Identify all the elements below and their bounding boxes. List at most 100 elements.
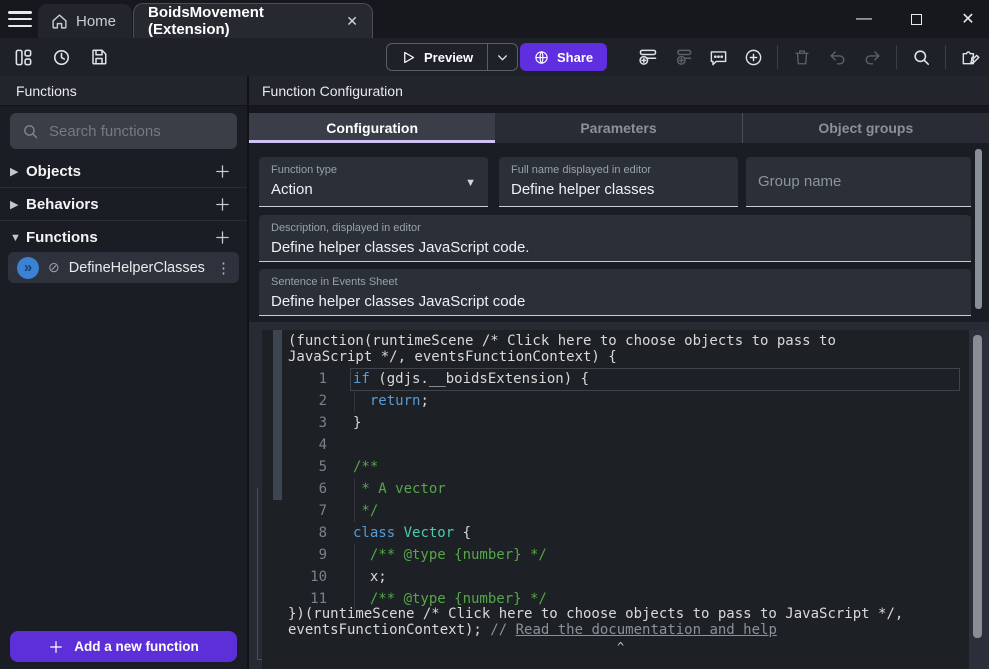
search-placeholder: Search functions	[49, 123, 161, 140]
line-code[interactable]: class Vector {	[353, 525, 471, 541]
group-name-field[interactable]: Group name	[746, 157, 971, 207]
code-header-line[interactable]: (function(runtimeScene /* Click here to …	[288, 333, 918, 365]
sidebar-panel-title: Functions	[0, 76, 247, 106]
code-line[interactable]: 2 return;	[262, 390, 952, 412]
code-line[interactable]: 8 class Vector {	[262, 522, 952, 544]
line-code[interactable]: */	[353, 503, 378, 519]
function-icon: »	[17, 257, 39, 279]
sidebar: Search functions ▶ Objects ▶ Behaviors ▼…	[0, 106, 247, 669]
window-minimize-button[interactable]: —	[853, 8, 875, 30]
tab-object-groups[interactable]: Object groups	[742, 113, 989, 143]
line-code[interactable]: /**	[353, 459, 378, 475]
tab-home[interactable]: Home	[38, 4, 132, 38]
preview-dropdown-button[interactable]	[487, 44, 517, 70]
add-new-function-button[interactable]: Add a new function	[10, 631, 237, 662]
tab-extension[interactable]: BoidsMovement (Extension) ✕	[133, 3, 373, 38]
expand-caret-icon[interactable]: ^	[617, 640, 624, 654]
window-close-button[interactable]: ✕	[957, 8, 979, 30]
add-comment-button[interactable]	[707, 46, 729, 68]
line-number: 3	[262, 415, 327, 431]
code-scrollbar-track	[969, 330, 989, 669]
code-lines: 1if (gdjs.__boidsExtension) {2 return;3}…	[262, 368, 952, 610]
javascript-code-event: (function(runtimeScene /* Click here to …	[262, 330, 989, 669]
function-item-definehelperclasses[interactable]: » ⊘ DefineHelperClasses ⋮	[8, 252, 239, 283]
tree-separator	[0, 187, 247, 188]
line-number: 6	[262, 481, 327, 497]
save-icon[interactable]	[88, 46, 110, 68]
line-code[interactable]: return;	[353, 393, 429, 409]
code-line[interactable]: 9 /** @type {number} */	[262, 544, 952, 566]
line-number: 8	[262, 525, 327, 541]
sidebar-section-objects[interactable]: ▶ Objects	[0, 156, 247, 187]
titlebar: Home BoidsMovement (Extension) ✕ — ✕	[0, 0, 989, 38]
add-subevent-button[interactable]	[672, 46, 694, 68]
code-scrollbar[interactable]	[973, 335, 982, 638]
sentence-field[interactable]: Sentence in Events Sheet Define helper c…	[259, 269, 971, 316]
documentation-link[interactable]: Read the documentation and help	[516, 622, 777, 638]
chevron-down-icon: ▼	[10, 232, 26, 244]
code-line[interactable]: 7 */	[262, 500, 952, 522]
line-number: 2	[262, 393, 327, 409]
add-object-button[interactable]	[211, 161, 233, 183]
form-scrollbar[interactable]	[975, 149, 982, 309]
full-name-field[interactable]: Full name displayed in editor Define hel…	[499, 157, 738, 207]
add-event-button[interactable]	[637, 46, 659, 68]
window-maximize-button[interactable]	[905, 8, 927, 30]
project-history-icon[interactable]	[50, 46, 72, 68]
code-line[interactable]: 3}	[262, 412, 952, 434]
toolbar-divider	[896, 45, 897, 69]
description-field[interactable]: Description, displayed in editor Define …	[259, 215, 971, 262]
line-number: 5	[262, 459, 327, 475]
preview-label: Preview	[424, 50, 473, 65]
events-sheet: (function(runtimeScene /* Click here to …	[249, 322, 989, 669]
menu-hamburger-icon[interactable]	[8, 9, 32, 29]
add-new-event-button[interactable]	[742, 46, 764, 68]
line-number: 4	[262, 437, 327, 453]
share-label: Share	[557, 50, 593, 65]
chevron-right-icon: ▶	[10, 198, 26, 211]
code-line[interactable]: 5 /**	[262, 456, 952, 478]
tab-extension-label: BoidsMovement (Extension)	[148, 4, 332, 38]
line-code[interactable]: /** @type {number} */	[353, 591, 547, 607]
private-function-icon: ⊘	[48, 259, 60, 276]
sidebar-section-functions[interactable]: ▼ Functions	[0, 222, 247, 253]
line-code[interactable]: /** @type {number} */	[353, 547, 547, 563]
preview-button[interactable]: Preview	[387, 44, 487, 70]
undo-button[interactable]	[826, 46, 848, 68]
globe-icon	[534, 50, 549, 65]
code-line[interactable]: 10 x;	[262, 566, 952, 588]
open-panels-button[interactable]	[12, 46, 34, 68]
share-button[interactable]: Share	[520, 43, 607, 71]
code-line[interactable]: 4	[262, 434, 952, 456]
line-code[interactable]: if (gdjs.__boidsExtension) {	[353, 371, 589, 387]
search-functions-input[interactable]: Search functions	[10, 113, 237, 149]
search-icon	[22, 123, 39, 140]
window-controls: — ✕	[853, 0, 979, 38]
code-line[interactable]: 6 * A vector	[262, 478, 952, 500]
home-icon	[50, 12, 68, 30]
tab-close-icon[interactable]: ✕	[346, 13, 358, 30]
add-behavior-button[interactable]	[211, 194, 233, 216]
code-footer-comment: //	[490, 622, 515, 638]
function-type-select[interactable]: Function type Action ▼	[259, 157, 488, 207]
item-menu-icon[interactable]: ⋮	[216, 259, 231, 277]
line-code[interactable]: * A vector	[353, 481, 446, 497]
line-code[interactable]: }	[353, 415, 361, 431]
configuration-tabs: Configuration Parameters Object groups	[249, 113, 989, 143]
code-line[interactable]: 1if (gdjs.__boidsExtension) {	[262, 368, 952, 390]
function-item-label: DefineHelperClasses	[69, 260, 207, 276]
delete-button[interactable]	[791, 46, 813, 68]
redo-button[interactable]	[861, 46, 883, 68]
add-function-button[interactable]	[211, 227, 233, 249]
toolbar: Preview Share	[0, 38, 989, 76]
line-number: 11	[262, 591, 327, 607]
edit-extension-button[interactable]	[959, 46, 981, 68]
tab-configuration[interactable]: Configuration	[249, 113, 495, 143]
tab-parameters[interactable]: Parameters	[495, 113, 741, 143]
search-button[interactable]	[910, 46, 932, 68]
tree-separator	[0, 220, 247, 221]
line-code[interactable]: x;	[353, 569, 387, 585]
line-number: 10	[262, 569, 327, 585]
sidebar-section-behaviors[interactable]: ▶ Behaviors	[0, 189, 247, 220]
add-new-function-label: Add a new function	[74, 639, 199, 654]
